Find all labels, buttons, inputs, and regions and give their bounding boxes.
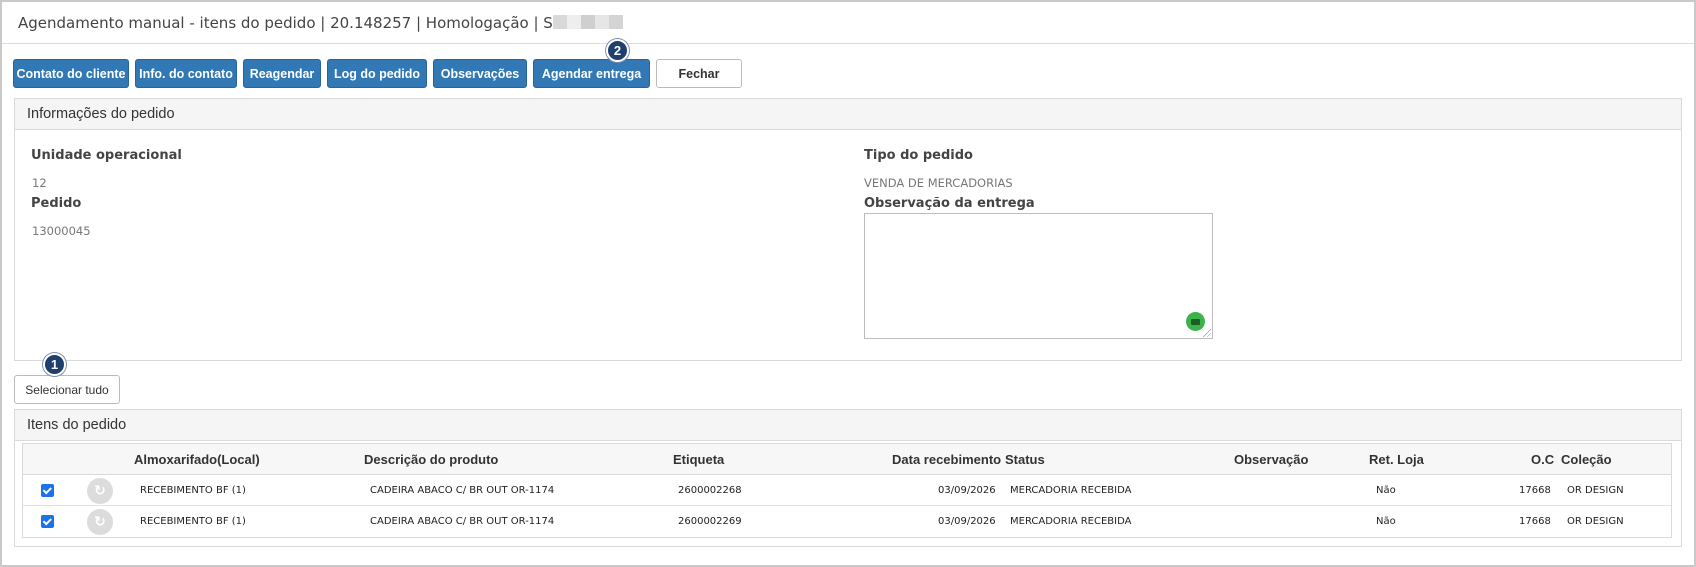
agendar-entrega-button[interactable]: Agendar entrega [533, 59, 650, 88]
col-status[interactable]: Status [1005, 444, 1045, 475]
observacoes-button[interactable]: Observações [433, 59, 527, 88]
tipo-pedido-label: Tipo do pedido [864, 148, 973, 163]
step-badge-1: 1 [43, 353, 66, 376]
col-observacao[interactable]: Observação [1234, 444, 1308, 475]
table-row: ↻ RECEBIMENTO BF (1) CADEIRA ABACO C/ BR… [23, 475, 1671, 506]
cell-etiqueta: 2600002268 [678, 485, 742, 496]
selecionar-tudo-button[interactable]: Selecionar tudo [14, 375, 120, 404]
redacted-text [552, 15, 623, 29]
col-oc[interactable]: O.C [1531, 444, 1554, 475]
cell-colecao: OR DESIGN [1567, 516, 1624, 527]
cell-oc: 17668 [1519, 516, 1551, 527]
cell-descricao: CADEIRA ABACO C/ BR OUT OR-1174 [370, 516, 555, 527]
col-almoxarifado[interactable]: Almoxarifado(Local) [134, 444, 260, 475]
col-descricao[interactable]: Descrição do produto [364, 444, 498, 475]
cell-descricao: CADEIRA ABACO C/ BR OUT OR-1174 [370, 485, 555, 496]
cell-almoxarifado: RECEBIMENTO BF (1) [140, 516, 246, 527]
cell-colecao: OR DESIGN [1567, 485, 1624, 496]
itens-pedido-heading: Itens do pedido [15, 410, 1681, 441]
fechar-button[interactable]: Fechar [656, 59, 742, 88]
col-colecao[interactable]: Coleção [1561, 444, 1612, 475]
dialog-window: Agendamento manual - itens do pedido | 2… [0, 0, 1696, 567]
history-icon[interactable]: ↻ [87, 509, 113, 535]
cell-ret-loja: Não [1376, 485, 1396, 496]
col-data-recebimento[interactable]: Data recebimento [892, 444, 1001, 475]
cell-status: MERCADORIA RECEBIDA [1010, 485, 1132, 496]
unidade-label: Unidade operacional [31, 148, 182, 163]
unidade-value: 12 [32, 176, 47, 190]
info-pedido-heading: Informações do pedido [15, 99, 1681, 130]
window-title-bar: Agendamento manual - itens do pedido | 2… [2, 2, 1694, 44]
cell-data-recebimento: 03/09/2026 [938, 516, 996, 527]
tipo-pedido-value: VENDA DE MERCADORIAS [864, 176, 1013, 190]
log-pedido-button[interactable]: Log do pedido [327, 59, 427, 88]
history-icon[interactable]: ↻ [87, 478, 113, 504]
step-badge-2: 2 [606, 39, 629, 62]
resize-handle-icon[interactable] [1203, 329, 1211, 337]
col-ret-loja[interactable]: Ret. Loja [1369, 444, 1424, 475]
obs-entrega-textarea[interactable] [864, 213, 1213, 339]
reagendar-button[interactable]: Reagendar [243, 59, 321, 88]
info-pedido-panel: Informações do pedido [14, 98, 1682, 361]
cell-ret-loja: Não [1376, 516, 1396, 527]
cell-etiqueta: 2600002269 [678, 516, 742, 527]
table-row: ↻ RECEBIMENTO BF (1) CADEIRA ABACO C/ BR… [23, 506, 1671, 537]
row-checkbox[interactable] [41, 484, 54, 497]
pedido-label: Pedido [31, 196, 82, 211]
info-contato-button[interactable]: Info. do contato [135, 59, 237, 88]
itens-table: Almoxarifado(Local) Descrição do produto… [22, 443, 1672, 538]
pedido-value: 13000045 [32, 224, 91, 238]
col-etiqueta[interactable]: Etiqueta [673, 444, 724, 475]
cell-status: MERCADORIA RECEBIDA [1010, 516, 1132, 527]
window-title: Agendamento manual - itens do pedido | 2… [18, 14, 553, 32]
contato-cliente-button[interactable]: Contato do cliente [13, 59, 129, 88]
cell-oc: 17668 [1519, 485, 1551, 496]
row-checkbox[interactable] [41, 515, 54, 528]
cell-data-recebimento: 03/09/2026 [938, 485, 996, 496]
cell-almoxarifado: RECEBIMENTO BF (1) [140, 485, 246, 496]
obs-entrega-label: Observação da entrega [864, 196, 1035, 211]
